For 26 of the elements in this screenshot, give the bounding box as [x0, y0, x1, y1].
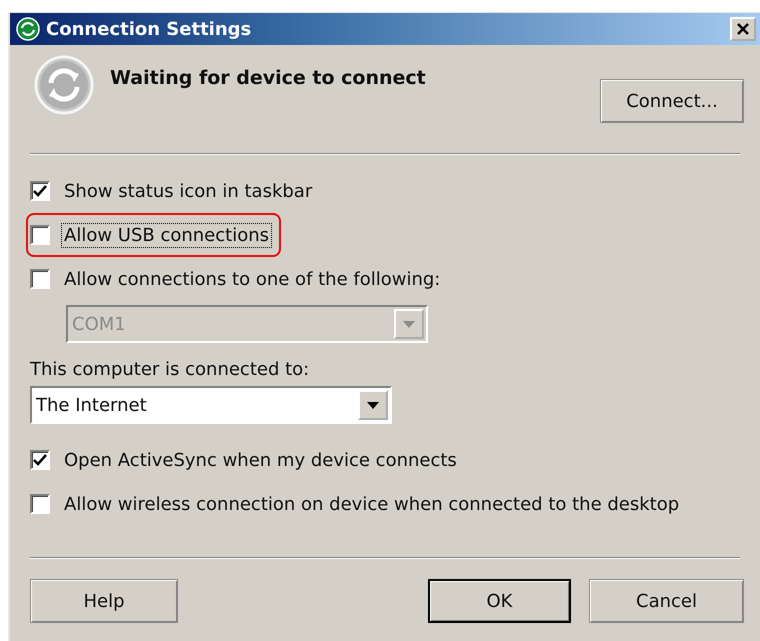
- checkbox-label[interactable]: Allow connections to one of the following:: [62, 268, 442, 290]
- checkbox-label[interactable]: Show status icon in taskbar: [62, 180, 314, 202]
- dialog-button[interactable]: OK: [428, 579, 571, 623]
- connect-button[interactable]: Connect...: [600, 79, 744, 123]
- sync-icon: [34, 55, 94, 115]
- close-button[interactable]: [730, 17, 756, 41]
- checkbox-label[interactable]: Open ActiveSync when my device connects: [62, 448, 459, 472]
- checkbox[interactable]: [30, 181, 50, 201]
- checkbox-label[interactable]: Allow USB connections: [62, 224, 271, 246]
- checkmark-icon: [33, 454, 47, 466]
- dialog-button[interactable]: Help: [30, 579, 178, 623]
- caret-icon: [367, 402, 379, 408]
- checkbox-label[interactable]: Allow wireless connection on device when connected to the desktop: [62, 492, 682, 516]
- field-label: This computer is connected to:: [30, 359, 310, 380]
- dropdown-field[interactable]: The Internet: [30, 386, 392, 424]
- sync-icon: [16, 17, 40, 41]
- checkmark-icon: [33, 185, 47, 197]
- checkbox[interactable]: [30, 269, 50, 289]
- checkbox[interactable]: [30, 494, 50, 514]
- close-icon: [736, 22, 750, 36]
- window-title: Connection Settings: [46, 18, 252, 40]
- checkbox[interactable]: [30, 225, 50, 245]
- checkbox[interactable]: [30, 450, 50, 470]
- status-text: Waiting for device to connect: [110, 67, 427, 89]
- dialog-button[interactable]: Cancel: [589, 579, 744, 623]
- caret-icon: [403, 320, 415, 328]
